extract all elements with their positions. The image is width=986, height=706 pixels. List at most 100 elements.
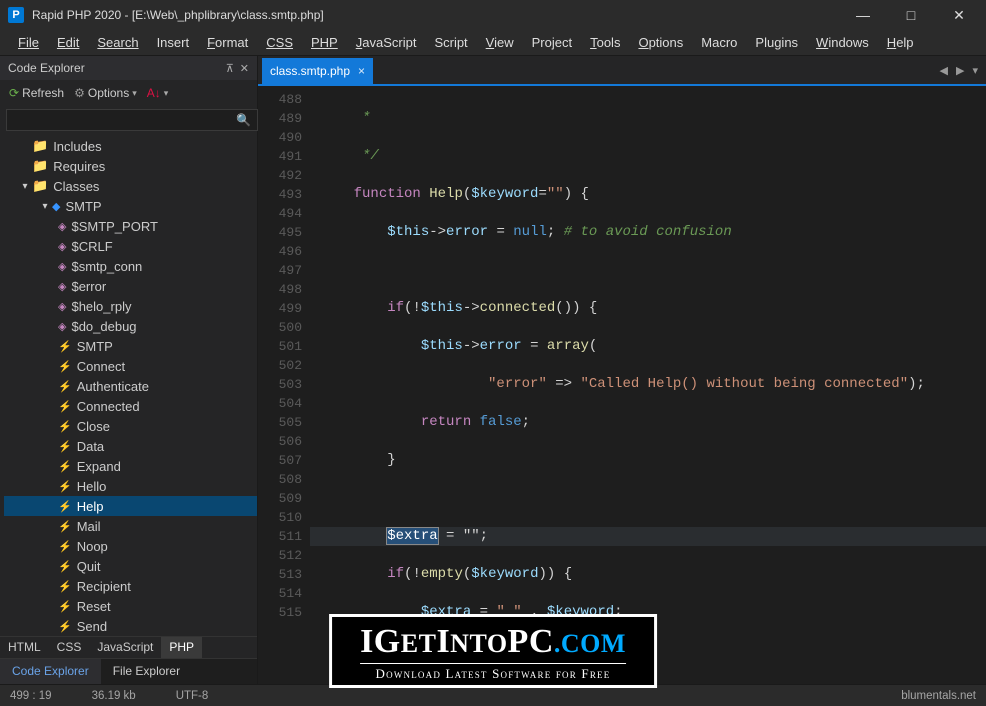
editor-tabs: class.smtp.php × ◀ ▶ ▾: [258, 56, 986, 84]
tree-method[interactable]: ⚡Connect: [4, 356, 257, 376]
tree-folder-includes[interactable]: 📁Includes: [4, 136, 257, 156]
maximize-button[interactable]: □: [896, 7, 926, 24]
menu-plugins[interactable]: Plugins: [747, 31, 806, 54]
tree-prop[interactable]: ◈$do_debug: [4, 316, 257, 336]
tree-prop[interactable]: ◈$SMTP_PORT: [4, 216, 257, 236]
refresh-button[interactable]: ⟳ Refresh: [6, 84, 67, 102]
tab-code-explorer[interactable]: Code Explorer: [0, 659, 101, 684]
method-icon: ⚡: [58, 620, 72, 633]
tab-nav-right[interactable]: ▶: [952, 64, 968, 77]
menu-help[interactable]: Help: [879, 31, 922, 54]
tab-close-icon[interactable]: ×: [358, 64, 365, 78]
tree-prop[interactable]: ◈$helo_rply: [4, 296, 257, 316]
sidebar-header: Code Explorer ⊼ ✕: [0, 56, 257, 80]
tree-method[interactable]: ⚡Reset: [4, 596, 257, 616]
tree-method[interactable]: ⚡Hello: [4, 476, 257, 496]
tree-method[interactable]: ⚡Connected: [4, 396, 257, 416]
code-editor[interactable]: 488 489 490 491 492 493 494 495 496 497 …: [258, 84, 986, 684]
tree-method[interactable]: ⚡Expand: [4, 456, 257, 476]
method-icon: ⚡: [58, 340, 72, 353]
tab-nav-menu[interactable]: ▾: [968, 64, 982, 77]
tree-folder-requires[interactable]: 📁Requires: [4, 156, 257, 176]
lang-tab-js[interactable]: JavaScript: [89, 637, 161, 658]
menu-insert[interactable]: Insert: [149, 31, 198, 54]
tree-folder-classes[interactable]: ▾📁Classes: [4, 176, 257, 196]
minimize-button[interactable]: —: [848, 7, 878, 24]
tree-method-help[interactable]: ⚡Help: [4, 496, 257, 516]
menu-macro[interactable]: Macro: [693, 31, 745, 54]
chevron-down-icon: ▾: [164, 88, 169, 99]
chevron-down-icon: ▾: [132, 88, 137, 99]
tree-prop[interactable]: ◈$error: [4, 276, 257, 296]
pin-icon[interactable]: ⊼: [226, 62, 234, 75]
menu-css[interactable]: CSS: [258, 31, 301, 54]
sidebar-search: 🔍: [0, 106, 257, 134]
menu-tools[interactable]: Tools: [582, 31, 628, 54]
sidebar-title: Code Explorer: [8, 61, 85, 75]
search-input[interactable]: [6, 109, 258, 131]
method-icon: ⚡: [58, 520, 72, 533]
menu-search[interactable]: Search: [89, 31, 146, 54]
tab-nav-left[interactable]: ◀: [936, 64, 952, 77]
tree-method[interactable]: ⚡Send: [4, 616, 257, 636]
tree-method[interactable]: ⚡Close: [4, 416, 257, 436]
options-button[interactable]: ⚙ Options ▾: [71, 84, 140, 102]
menu-javascript[interactable]: JavaScript: [348, 31, 425, 54]
method-icon: ⚡: [58, 360, 72, 373]
menu-project[interactable]: Project: [524, 31, 580, 54]
status-filesize: 36.19 kb: [92, 690, 136, 702]
tree-prop[interactable]: ◈$CRLF: [4, 236, 257, 256]
menu-view[interactable]: View: [478, 31, 522, 54]
tree-method[interactable]: ⚡Quit: [4, 556, 257, 576]
method-icon: ⚡: [58, 600, 72, 613]
menu-script[interactable]: Script: [426, 31, 475, 54]
method-icon: ⚡: [58, 480, 72, 493]
tree-method[interactable]: ⚡Mail: [4, 516, 257, 536]
tree-method[interactable]: ⚡Noop: [4, 536, 257, 556]
menu-windows[interactable]: Windows: [808, 31, 877, 54]
watermark: IGETINTOPC.COM Download Latest Software …: [329, 614, 657, 688]
lang-tab-html[interactable]: HTML: [0, 637, 49, 658]
method-icon: ⚡: [58, 580, 72, 593]
tab-file-explorer[interactable]: File Explorer: [101, 659, 192, 684]
tree-method[interactable]: ⚡Recipient: [4, 576, 257, 596]
method-icon: ⚡: [58, 400, 72, 413]
menu-format[interactable]: Format: [199, 31, 256, 54]
panel-close-icon[interactable]: ✕: [240, 62, 249, 75]
method-icon: ⚡: [58, 560, 72, 573]
code-body[interactable]: * */ function Help($keyword="") { $this-…: [310, 86, 986, 684]
class-icon: ◆: [52, 200, 60, 213]
editor-tab-active[interactable]: class.smtp.php ×: [262, 58, 373, 84]
menu-options[interactable]: Options: [630, 31, 691, 54]
menubar: File Edit Search Insert Format CSS PHP J…: [0, 30, 986, 56]
property-icon: ◈: [58, 280, 66, 293]
editor-area: class.smtp.php × ◀ ▶ ▾ 488 489 490 491 4…: [258, 56, 986, 684]
watermark-title: IGETINTOPC.COM: [360, 623, 626, 661]
folder-icon: 📁: [32, 158, 48, 174]
property-icon: ◈: [58, 320, 66, 333]
close-button[interactable]: ✕: [944, 7, 974, 24]
tree-method[interactable]: ⚡Authenticate: [4, 376, 257, 396]
tree-method[interactable]: ⚡SMTP: [4, 336, 257, 356]
property-icon: ◈: [58, 300, 66, 313]
refresh-icon: ⟳: [9, 86, 19, 100]
lang-tab-css[interactable]: CSS: [49, 637, 90, 658]
tree-method[interactable]: ⚡Data: [4, 436, 257, 456]
method-icon: ⚡: [58, 540, 72, 553]
menu-file[interactable]: File: [10, 31, 47, 54]
status-brand: blumentals.net: [901, 690, 976, 702]
window-title: Rapid PHP 2020 - [E:\Web\_phplibrary\cla…: [32, 8, 848, 22]
line-gutter: 488 489 490 491 492 493 494 495 496 497 …: [258, 86, 310, 684]
method-icon: ⚡: [58, 500, 72, 513]
sort-button[interactable]: A↓ ▾: [144, 84, 172, 102]
folder-icon: 📁: [32, 178, 48, 194]
method-icon: ⚡: [58, 460, 72, 473]
tree-class-smtp[interactable]: ▾◆SMTP: [4, 196, 257, 216]
menu-php[interactable]: PHP: [303, 31, 346, 54]
lang-tab-php[interactable]: PHP: [161, 637, 202, 658]
tree-prop[interactable]: ◈$smtp_conn: [4, 256, 257, 276]
code-tree[interactable]: 📁Includes 📁Requires ▾📁Classes ▾◆SMTP ◈$S…: [0, 134, 257, 636]
property-icon: ◈: [58, 240, 66, 253]
menu-edit[interactable]: Edit: [49, 31, 87, 54]
app-icon: P: [8, 7, 24, 23]
